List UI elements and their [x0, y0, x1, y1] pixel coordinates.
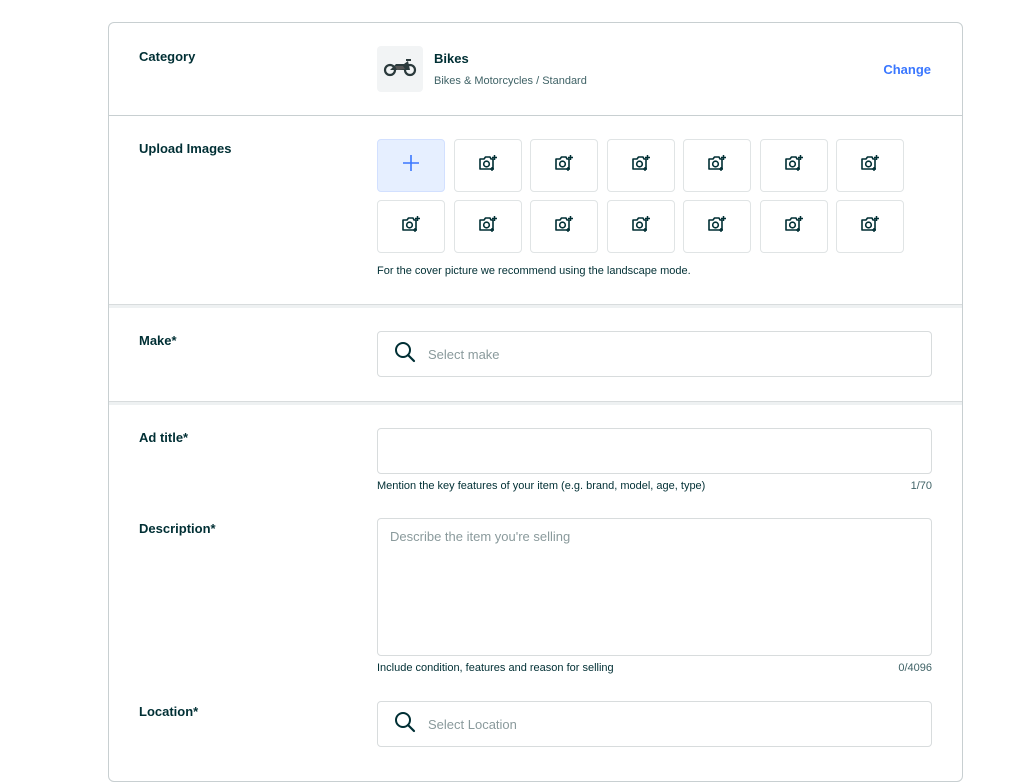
add-photo-icon: [631, 154, 651, 177]
change-category-link[interactable]: Change: [883, 62, 931, 77]
photo-slot[interactable]: [759, 200, 828, 253]
category-title: Bikes: [434, 51, 469, 66]
section-divider: [109, 115, 962, 116]
search-icon: [394, 341, 416, 368]
add-photo-icon: [707, 154, 727, 177]
photo-slot[interactable]: [836, 139, 904, 192]
search-icon: [394, 711, 416, 738]
make-search-field[interactable]: [377, 331, 932, 377]
add-photo-icon: [631, 215, 651, 238]
add-photo-icon: [478, 154, 498, 177]
photo-slot[interactable]: [530, 139, 598, 192]
photo-slot[interactable]: [836, 200, 904, 253]
location-input[interactable]: [428, 716, 908, 732]
ad-title-field[interactable]: [377, 428, 932, 474]
description-counter: 0/4096: [898, 662, 932, 674]
description-textarea[interactable]: [378, 519, 931, 655]
add-photo-icon: [401, 215, 421, 238]
add-photo-icon: [784, 154, 804, 177]
upload-hint: For the cover picture we recommend using…: [377, 265, 691, 277]
ad-title-label: Ad title*: [139, 430, 189, 445]
ad-title-counter: 1/70: [910, 480, 932, 492]
photo-slot[interactable]: [453, 200, 522, 253]
make-label: Make*: [139, 333, 177, 348]
category-path: Bikes & Motorcycles / Standard: [434, 75, 587, 87]
plus-icon: [402, 154, 420, 177]
photo-slot[interactable]: [530, 200, 598, 253]
photo-slot[interactable]: [759, 139, 828, 192]
make-input[interactable]: [428, 346, 908, 362]
add-photo-icon: [784, 215, 804, 238]
upload-images-label: Upload Images: [139, 141, 232, 156]
section-divider: [109, 304, 962, 308]
category-label: Category: [139, 49, 196, 64]
post-ad-form-card: Category Bikes Bikes & Motorcycles / Sta…: [108, 22, 963, 782]
photo-slot[interactable]: [606, 200, 675, 253]
category-thumbnail: [377, 46, 423, 92]
photo-slot[interactable]: [606, 139, 675, 192]
photo-slot[interactable]: [377, 200, 445, 253]
location-label: Location*: [139, 704, 199, 719]
image-upload-grid: [377, 139, 904, 253]
description-label: Description*: [139, 521, 216, 536]
add-photo-icon: [860, 154, 880, 177]
description-field[interactable]: [377, 518, 932, 656]
ad-title-input[interactable]: [378, 429, 931, 473]
add-photo-icon: [860, 215, 880, 238]
add-photo-icon: [707, 215, 727, 238]
add-photo-icon: [554, 154, 574, 177]
motorcycle-icon: [383, 57, 417, 82]
photo-slot[interactable]: [683, 200, 751, 253]
section-divider: [109, 401, 962, 405]
add-photo-icon: [478, 215, 498, 238]
location-search-field[interactable]: [377, 701, 932, 747]
add-image-button[interactable]: [377, 139, 445, 192]
ad-title-helper: Mention the key features of your item (e…: [377, 480, 706, 492]
photo-slot[interactable]: [683, 139, 751, 192]
description-helper: Include condition, features and reason f…: [377, 662, 614, 674]
add-photo-icon: [554, 215, 574, 238]
photo-slot[interactable]: [453, 139, 522, 192]
